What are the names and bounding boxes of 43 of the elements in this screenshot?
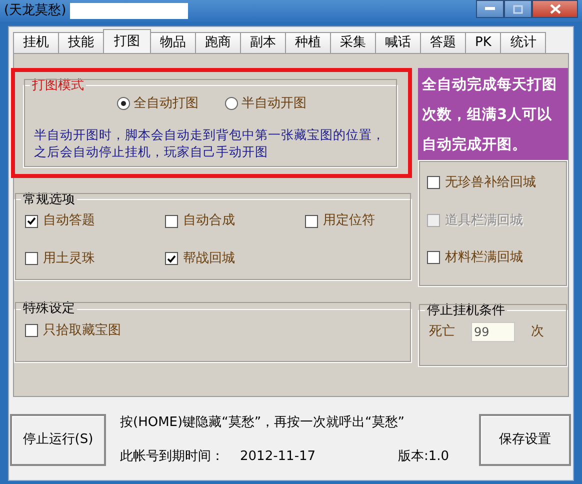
checkbox-option[interactable]: 用土灵珠 [25, 248, 165, 268]
tab[interactable]: 物品 [150, 32, 196, 53]
radio-option[interactable]: 全自动打图 [116, 94, 198, 114]
radio-option[interactable]: 半自动开图 [224, 94, 306, 114]
death-count-field[interactable]: 99 [471, 322, 515, 342]
minimize-icon [485, 7, 495, 11]
tab[interactable]: 答题 [420, 32, 466, 53]
maximize-button[interactable] [504, 0, 532, 18]
expiry-date: 2012-11-17 [240, 448, 316, 466]
stop-button[interactable]: 停止运行(S) [10, 414, 106, 466]
tab[interactable]: 技能 [58, 32, 104, 53]
tab[interactable]: 跑商 [195, 32, 241, 53]
radio-dot-icon [120, 100, 126, 106]
death-label: 死亡 [429, 323, 455, 342]
tab[interactable]: PK [465, 32, 502, 53]
tab[interactable]: 喊话 [375, 32, 421, 53]
tab[interactable]: 副本 [240, 32, 286, 53]
checkbox-option[interactable]: 材料栏满回城 [427, 248, 559, 268]
checkbox-option[interactable]: 无珍兽补给回城 [427, 173, 559, 192]
version-label: 版本:1.0 [398, 448, 449, 466]
unit-label: 次 [531, 323, 544, 342]
checkbox-option[interactable]: 用定位符 [305, 211, 405, 231]
tab[interactable]: 挂机 [13, 32, 59, 53]
checkmark-icon [27, 217, 36, 226]
close-icon [550, 4, 560, 14]
promo-banner: 全自动完成每天打图次数，组满3人可以自动完成开图。 [418, 68, 568, 160]
hotkey-hint: 按(HOME)键隐藏“莫愁”，再按一次就呼出“莫愁” [120, 414, 406, 432]
tab[interactable]: 采集 [330, 32, 376, 53]
save-button[interactable]: 保存设置 [479, 414, 571, 466]
tab[interactable]: 打图 [103, 29, 151, 53]
expiry-label: 此帐号到期时间： [120, 448, 224, 466]
checkbox-option[interactable]: 自动合成 [165, 211, 305, 231]
checkbox-option[interactable]: 只拾取藏宝图 [25, 321, 121, 341]
minimize-button[interactable] [476, 0, 504, 18]
checkmark-icon [167, 254, 176, 263]
tab[interactable]: 统计 [500, 32, 546, 53]
checkbox-option[interactable]: 帮战回城 [165, 248, 305, 268]
window-title: (天龙莫愁) [4, 2, 66, 20]
maximize-icon [513, 4, 523, 14]
tab[interactable]: 种植 [285, 32, 331, 53]
checkbox-option[interactable]: 自动答题 [25, 211, 165, 231]
close-button[interactable] [532, 0, 578, 18]
mode-note: 半自动开图时，脚本会自动走到背包中第一张藏宝图的位置，之后会自动停止挂机，玩家自己手动开图 [34, 127, 386, 161]
